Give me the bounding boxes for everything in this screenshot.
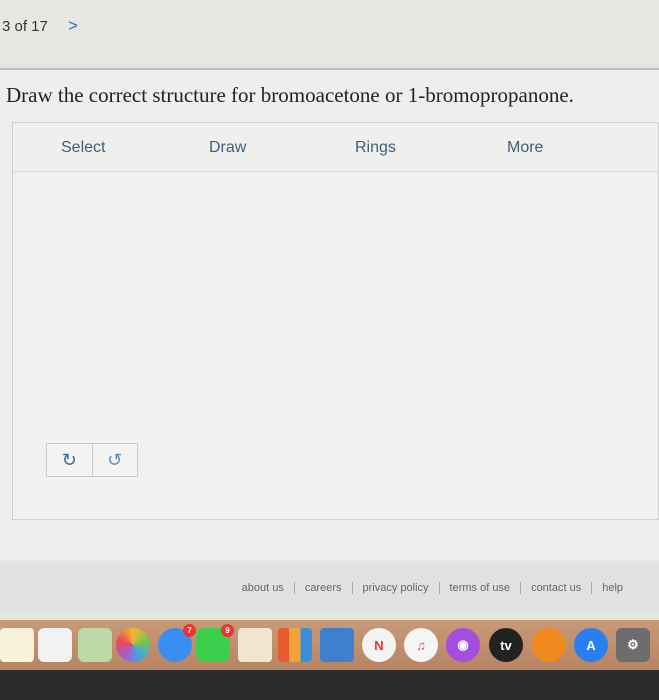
podcasts-icon[interactable]: ◉ <box>446 628 480 662</box>
link-about-us[interactable]: about us <box>232 582 294 594</box>
numbers-icon[interactable] <box>278 628 312 662</box>
keynote-icon[interactable] <box>320 628 354 662</box>
footer: about us careers privacy policy terms of… <box>0 566 659 610</box>
desk-surface <box>0 670 659 700</box>
drawing-toolbar: Select Draw Rings More <box>13 123 658 172</box>
question-text: Draw the correct structure for bromoacet… <box>6 83 574 107</box>
tab-rings[interactable]: Rings <box>355 139 396 157</box>
question-counter: 3 of 17 <box>2 18 48 35</box>
tab-select[interactable]: Select <box>61 139 105 157</box>
books-icon[interactable] <box>532 628 566 662</box>
chevron-right-icon[interactable]: > <box>68 16 78 36</box>
photos-icon[interactable] <box>116 628 150 662</box>
tab-more[interactable]: More <box>507 139 543 157</box>
maps-icon[interactable] <box>78 628 112 662</box>
messages-icon[interactable]: 7 <box>158 624 196 662</box>
system-preferences-icon[interactable]: ⚙ <box>616 628 650 662</box>
reminders-icon[interactable] <box>38 628 72 662</box>
dock: 7 9 N ♫ ◉ tv A ⚙ <box>0 620 659 670</box>
link-help[interactable]: help <box>591 582 633 594</box>
music-icon[interactable]: ♫ <box>404 628 438 662</box>
facetime-badge: 9 <box>221 624 234 637</box>
link-contact-us[interactable]: contact us <box>520 582 591 594</box>
app-store-icon[interactable]: A <box>574 628 608 662</box>
undo-icon[interactable]: ↻ <box>47 444 92 476</box>
notes-icon[interactable] <box>0 628 34 662</box>
tab-draw[interactable]: Draw <box>209 139 246 157</box>
link-privacy-policy[interactable]: privacy policy <box>351 582 439 594</box>
pages-icon[interactable] <box>238 628 272 662</box>
header-bar: 3 of 17 > <box>0 0 659 62</box>
link-careers[interactable]: careers <box>293 582 352 594</box>
news-icon[interactable]: N <box>362 628 396 662</box>
facetime-icon[interactable]: 9 <box>196 624 234 662</box>
messages-badge: 7 <box>183 624 196 637</box>
link-terms-of-use[interactable]: terms of use <box>438 582 521 594</box>
structure-drawing-tool: Select Draw Rings More ↻ ↺ <box>12 122 659 520</box>
tv-icon[interactable]: tv <box>489 628 523 662</box>
redo-icon[interactable]: ↺ <box>91 444 138 476</box>
undo-redo-group: ↻ ↺ <box>46 443 138 477</box>
